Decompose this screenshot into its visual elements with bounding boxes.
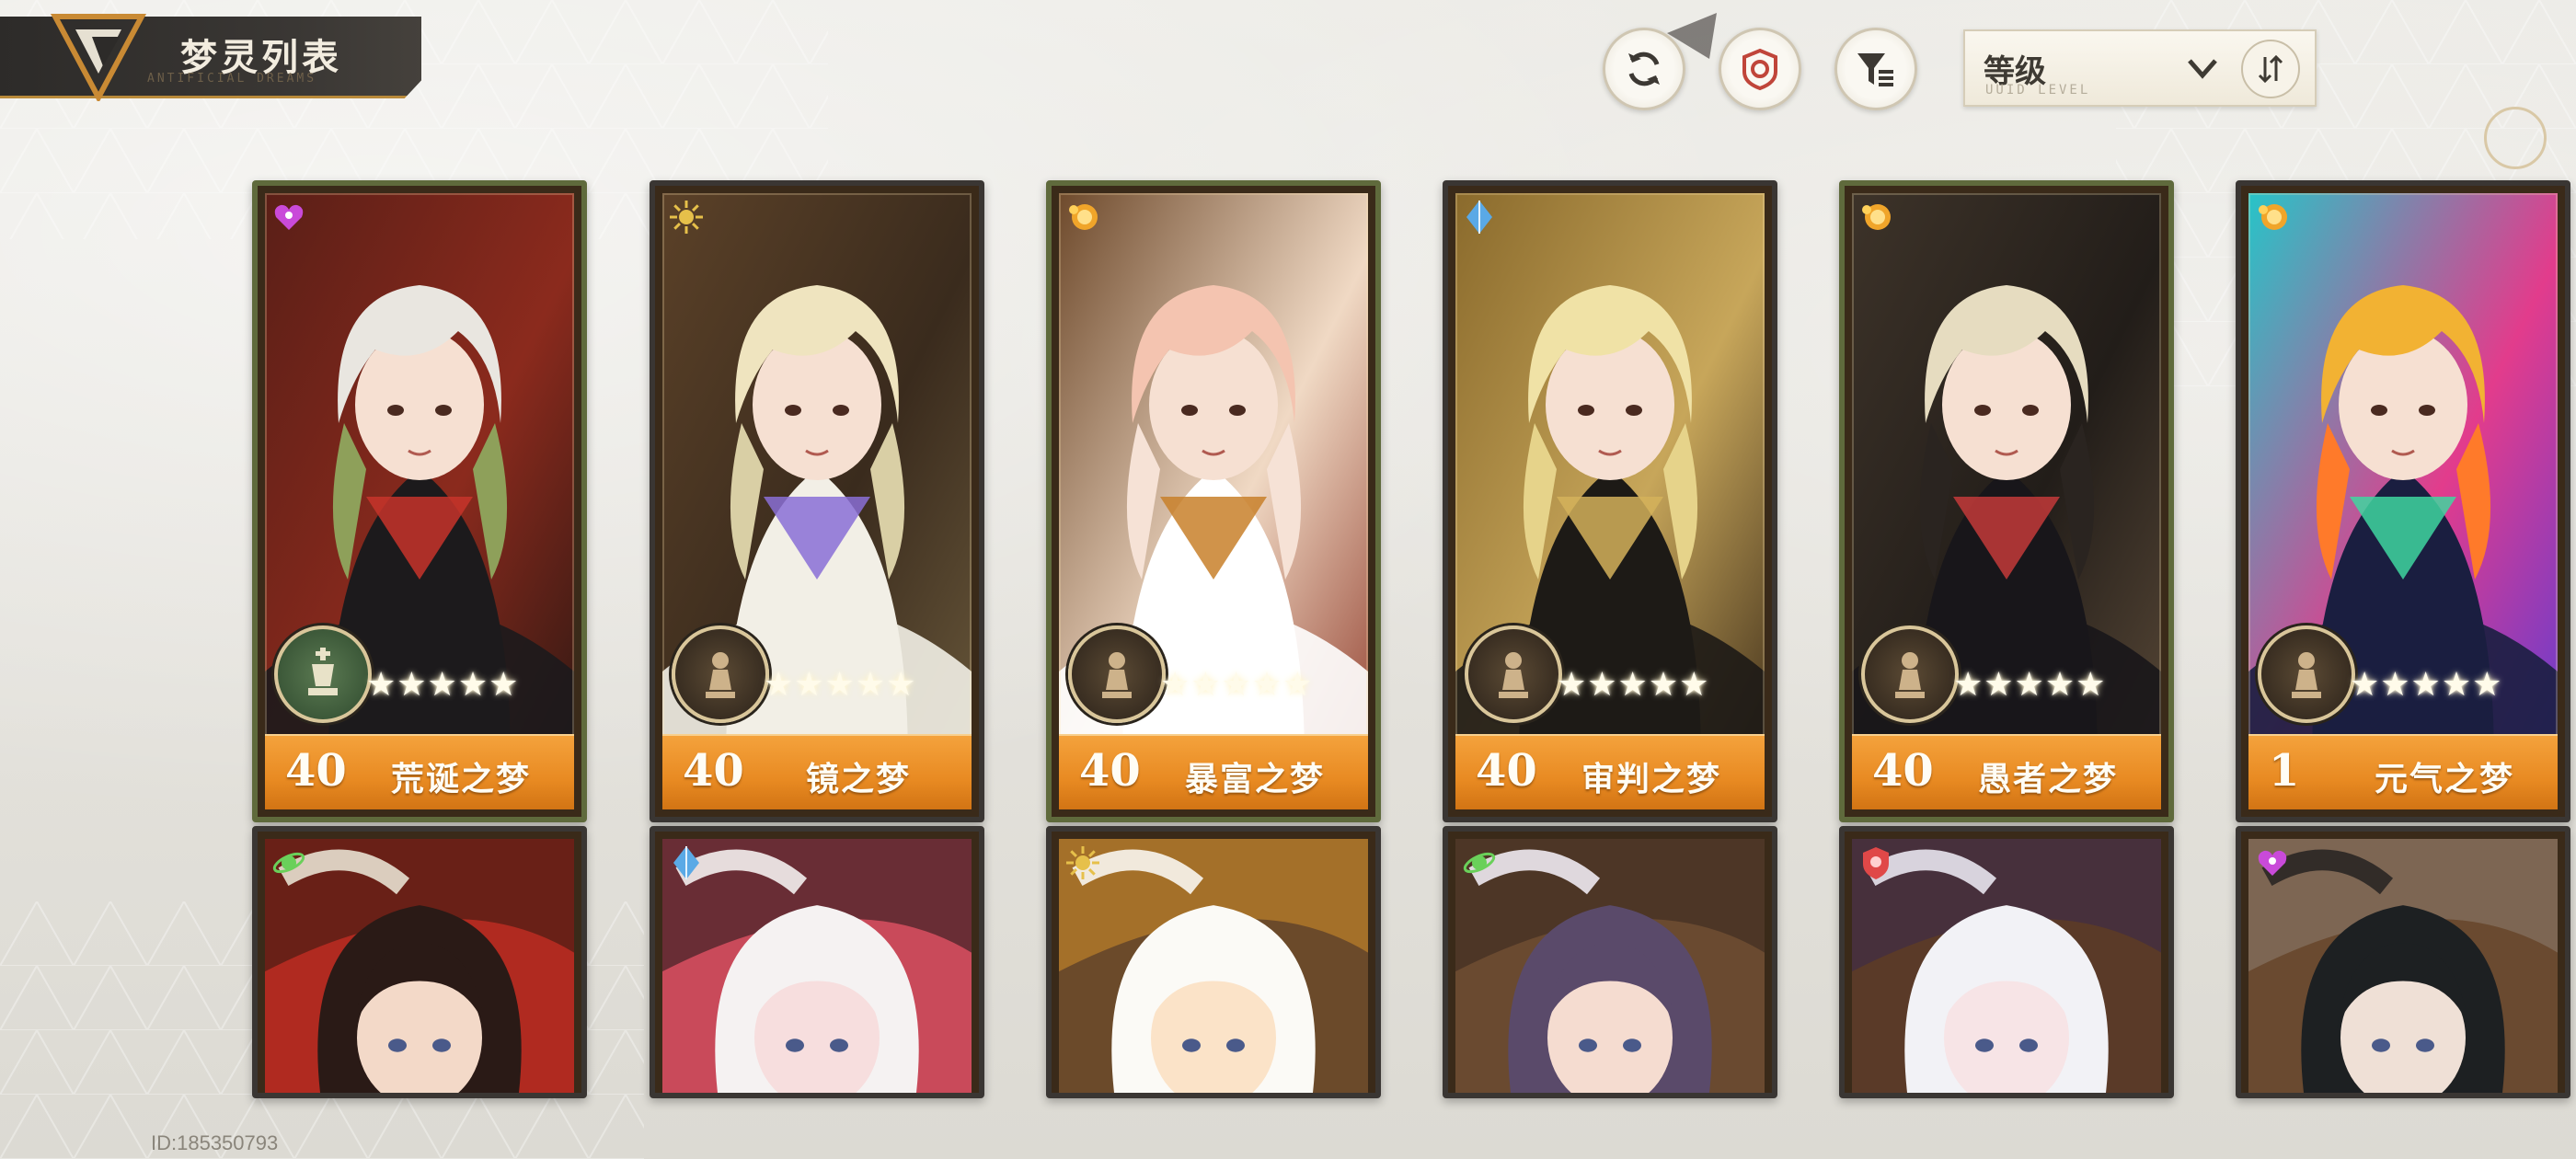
rank-badge [1068,625,1166,723]
sort-ghost-text: UUID LEVEL [1985,83,2091,98]
star-rating: ★★★★★ [366,666,520,704]
card-info-bar: 1 元气之梦 [2248,734,2558,809]
card-art [662,839,972,1093]
target-button[interactable] [1719,28,1801,110]
card-level: 40 [1872,745,1934,797]
card-art [265,839,574,1093]
sort-dropdown[interactable]: 等级 UUID LEVEL [1963,29,2317,107]
rank-badge [1465,625,1562,723]
character-portrait [2248,839,2558,1093]
card-level: 40 [1079,745,1141,797]
card-name: 荒诞之梦 [390,760,531,798]
character-card[interactable]: ★★★★★ 40 审判之梦 [1443,180,1777,822]
sun-icon [1066,846,1099,879]
card-art [1059,839,1368,1093]
character-card[interactable] [1443,826,1777,1098]
card-name: 元气之梦 [2374,760,2514,798]
card-name: 审判之梦 [1581,760,1721,798]
card-level: 40 [285,745,347,797]
page-title-ghost: ANTIFICIAL DREAMS [147,72,317,86]
chess-pawn-icon [1499,652,1528,698]
character-portrait [1455,839,1765,1093]
logo-icon [50,14,147,101]
character-card[interactable]: ★★★★★ 40 荒诞之梦 [252,180,587,822]
heart-icon [274,204,304,230]
chess-pawn-icon [706,652,735,698]
card-name: 愚者之梦 [1977,760,2118,798]
rank-badge [274,625,372,723]
character-card[interactable]: ★★★★★ 40 镜之梦 [650,180,984,822]
card-level: 40 [683,745,744,797]
star-rating: ★★★★★ [1557,666,1710,704]
character-card[interactable] [650,826,984,1098]
rank-badge [672,625,769,723]
card-level: 1 [2269,745,2300,797]
star-rating: ★★★★★ [764,666,917,704]
card-art [1852,839,2161,1093]
sun-icon [670,201,703,234]
star-rating: ★★★★★ [2350,666,2503,704]
user-id: ID:185350793 [151,1131,279,1154]
rank-badge [2258,625,2355,723]
character-portrait [1059,839,1368,1093]
card-art [2248,839,2558,1093]
card-art [1455,839,1765,1093]
card-info-bar: 40 镜之梦 [662,734,972,809]
card-name: 镜之梦 [805,760,911,798]
star-rating: ★★★★★ [1953,666,2107,704]
sort-order-icon [2258,54,2283,84]
crystal-icon [673,846,699,879]
filter-list-icon [1857,53,1893,86]
card-name: 暴富之梦 [1184,760,1325,798]
coin-icon [1069,204,1098,230]
card-level: 40 [1476,745,1537,797]
character-card[interactable] [1046,826,1381,1098]
card-info-bar: 40 愚者之梦 [1852,734,2161,809]
chess-pawn-icon [1102,652,1132,698]
orbit-icon [1463,852,1496,874]
filter-button[interactable] [1834,28,1917,110]
character-portrait [265,839,574,1093]
chess-king-icon [308,648,338,695]
card-info-bar: 40 荒诞之梦 [265,734,574,809]
shield-icon [1863,847,1889,879]
chess-pawn-icon [1895,652,1925,698]
crystal-icon [1466,201,1492,234]
character-card[interactable]: ★★★★★ 40 暴富之梦 [1046,180,1381,822]
card-info-bar: 40 暴富之梦 [1059,734,1368,809]
chevron-down-icon [2188,59,2217,79]
pointer-deco-icon [1667,13,1717,59]
character-card[interactable] [252,826,587,1098]
character-portrait [662,839,972,1093]
coin-icon [1862,204,1891,230]
target-icon [1742,48,1777,91]
heart-icon [2258,850,2287,876]
coin-icon [2259,204,2287,230]
deco-circle [2484,107,2547,169]
character-card[interactable] [1839,826,2174,1098]
character-card[interactable] [2236,826,2570,1098]
chess-pawn-icon [2292,652,2321,698]
character-card[interactable]: ★★★★★ 40 愚者之梦 [1839,180,2174,822]
rank-badge [1861,625,1959,723]
character-card[interactable]: ★★★★★ 1 元气之梦 [2236,180,2570,822]
card-info-bar: 40 审判之梦 [1455,734,1765,809]
character-portrait [1852,839,2161,1093]
refresh-icon [1628,52,1660,86]
sort-order-button[interactable] [2241,40,2300,98]
orbit-icon [272,852,305,874]
star-rating: ★★★★★ [1160,666,1314,704]
